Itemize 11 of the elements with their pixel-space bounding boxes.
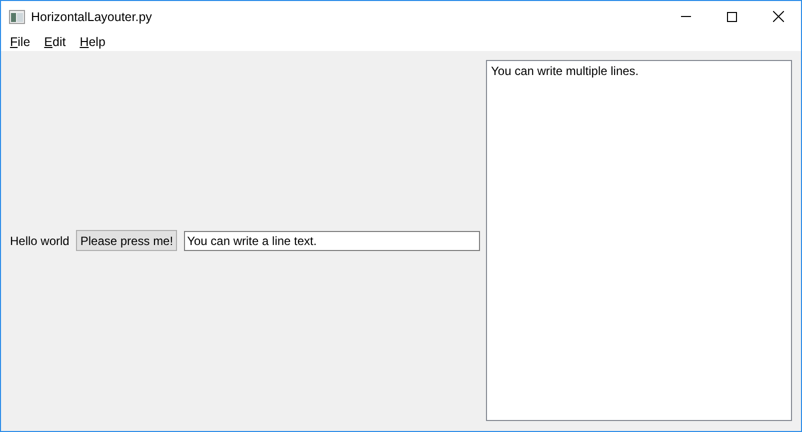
app-icon <box>9 10 25 24</box>
menu-item[interactable]: File <box>3 34 38 48</box>
close-icon[interactable] <box>772 11 784 22</box>
menu-item[interactable]: Help <box>72 34 112 48</box>
window-title: HorizontalLayouter.py <box>31 10 153 24</box>
hello-label: Hello world <box>10 234 70 248</box>
multiline-text-field[interactable]: You can write multiple lines. <box>486 60 792 421</box>
menu-item[interactable]: Edit <box>37 34 73 48</box>
line-text-field[interactable]: You can write a line text. <box>184 230 480 250</box>
maximize-icon[interactable] <box>727 12 737 22</box>
press-button[interactable]: Please press me! <box>76 230 178 251</box>
